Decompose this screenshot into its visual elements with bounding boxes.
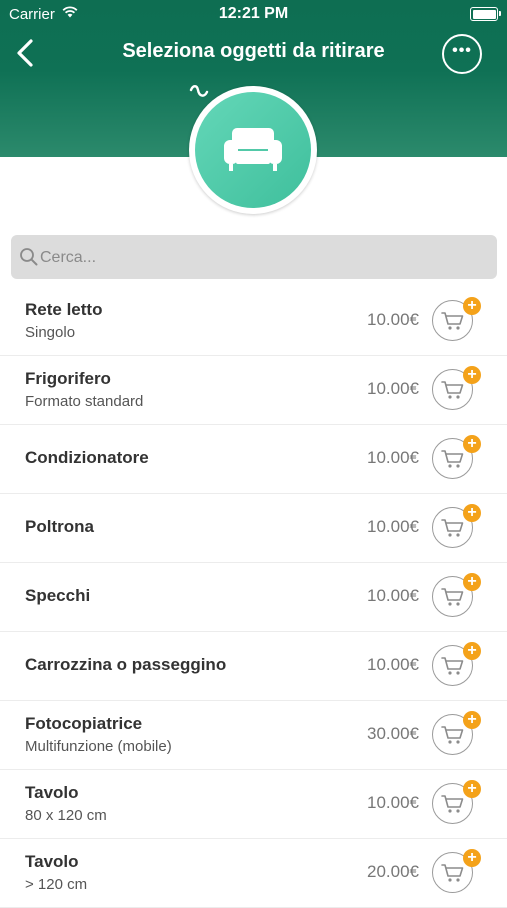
add-to-cart-button[interactable]: + <box>432 504 484 550</box>
status-bar: Carrier 12:21 PM <box>0 0 507 28</box>
search-icon <box>20 248 38 266</box>
page-title: Seleziona oggetti da ritirare <box>122 40 385 62</box>
item-detail: 80 x 120 cm <box>25 807 107 824</box>
add-to-cart-button[interactable]: + <box>432 297 484 343</box>
item-detail: Formato standard <box>25 393 144 410</box>
category-badge <box>189 86 317 214</box>
items-list: Rete letto Singolo 10.00€ + Frigorifero Forma… <box>0 287 507 908</box>
cart-icon <box>441 726 464 744</box>
item-name: Carrozzina o passeggino <box>25 655 227 674</box>
cart-icon <box>441 588 464 606</box>
item-price: 10.00€ <box>367 517 419 536</box>
list-item[interactable]: Rete letto Singolo 10.00€ + <box>0 287 507 356</box>
plus-icon: + <box>463 849 481 867</box>
item-detail: Multifunzione (mobile) <box>25 738 172 755</box>
status-time: 12:21 PM <box>218 5 289 22</box>
plus-icon: + <box>463 504 481 522</box>
plus-icon: + <box>463 573 481 591</box>
add-to-cart-button[interactable]: + <box>432 366 484 412</box>
cart-icon <box>441 795 464 813</box>
item-name: Rete letto <box>25 300 103 319</box>
list-item[interactable]: Carrozzina o passeggino 10.00€ + <box>0 632 507 701</box>
back-button[interactable] <box>12 36 40 70</box>
add-to-cart-button[interactable]: + <box>432 642 484 688</box>
item-price: 10.00€ <box>367 793 419 812</box>
plus-icon: + <box>463 780 481 798</box>
item-name: Condizionatore <box>25 448 149 467</box>
cart-icon <box>441 450 464 468</box>
item-name: Tavolo <box>25 783 79 802</box>
search-input[interactable] <box>38 235 482 281</box>
add-to-cart-button[interactable]: + <box>432 849 484 895</box>
plus-icon: + <box>463 366 481 384</box>
item-price: 10.00€ <box>367 586 419 605</box>
cart-icon <box>441 381 464 399</box>
sofa-icon <box>224 128 282 171</box>
swirl-icon <box>189 85 209 97</box>
add-to-cart-button[interactable]: + <box>432 435 484 481</box>
item-price: 20.00€ <box>367 862 419 881</box>
item-price: 10.00€ <box>367 379 419 398</box>
item-detail: Singolo <box>25 324 76 341</box>
list-item[interactable]: Specchi 10.00€ + <box>0 563 507 632</box>
ellipsis-icon: ••• <box>452 42 472 59</box>
item-price: 10.00€ <box>367 310 419 329</box>
list-item[interactable]: Tavolo > 120 cm 20.00€ + <box>0 839 507 908</box>
list-item[interactable]: Condizionatore 10.00€ + <box>0 425 507 494</box>
plus-icon: + <box>463 297 481 315</box>
cart-icon <box>441 312 464 330</box>
cart-icon <box>441 519 464 537</box>
item-price: 10.00€ <box>367 655 419 674</box>
item-name: Tavolo <box>25 852 79 871</box>
category-badge-fill <box>195 92 311 208</box>
item-name: Frigorifero <box>25 369 111 388</box>
cart-icon <box>441 864 464 882</box>
list-item[interactable]: Poltrona 10.00€ + <box>0 494 507 563</box>
cart-icon <box>441 657 464 675</box>
plus-icon: + <box>463 711 481 729</box>
item-name: Poltrona <box>25 517 94 536</box>
add-to-cart-button[interactable]: + <box>432 573 484 619</box>
item-price: 10.00€ <box>367 448 419 467</box>
item-name: Specchi <box>25 586 91 605</box>
item-detail: > 120 cm <box>25 876 88 893</box>
list-item[interactable]: Frigorifero Formato standard 10.00€ + <box>0 356 507 425</box>
item-name: Fotocopiatrice <box>25 714 143 733</box>
list-item[interactable]: Tavolo 80 x 120 cm 10.00€ + <box>0 770 507 839</box>
plus-icon: + <box>463 642 481 660</box>
search-bar[interactable] <box>11 235 497 281</box>
chevron-left-icon <box>17 39 33 67</box>
plus-icon: + <box>463 435 481 453</box>
battery-icon <box>470 7 501 21</box>
add-to-cart-button[interactable]: + <box>432 711 484 757</box>
list-item[interactable]: Fotocopiatrice Multifunzione (mobile) 30.0… <box>0 701 507 770</box>
item-price: 30.00€ <box>367 724 419 743</box>
more-options-button[interactable]: ••• <box>442 34 482 74</box>
add-to-cart-button[interactable]: + <box>432 780 484 826</box>
